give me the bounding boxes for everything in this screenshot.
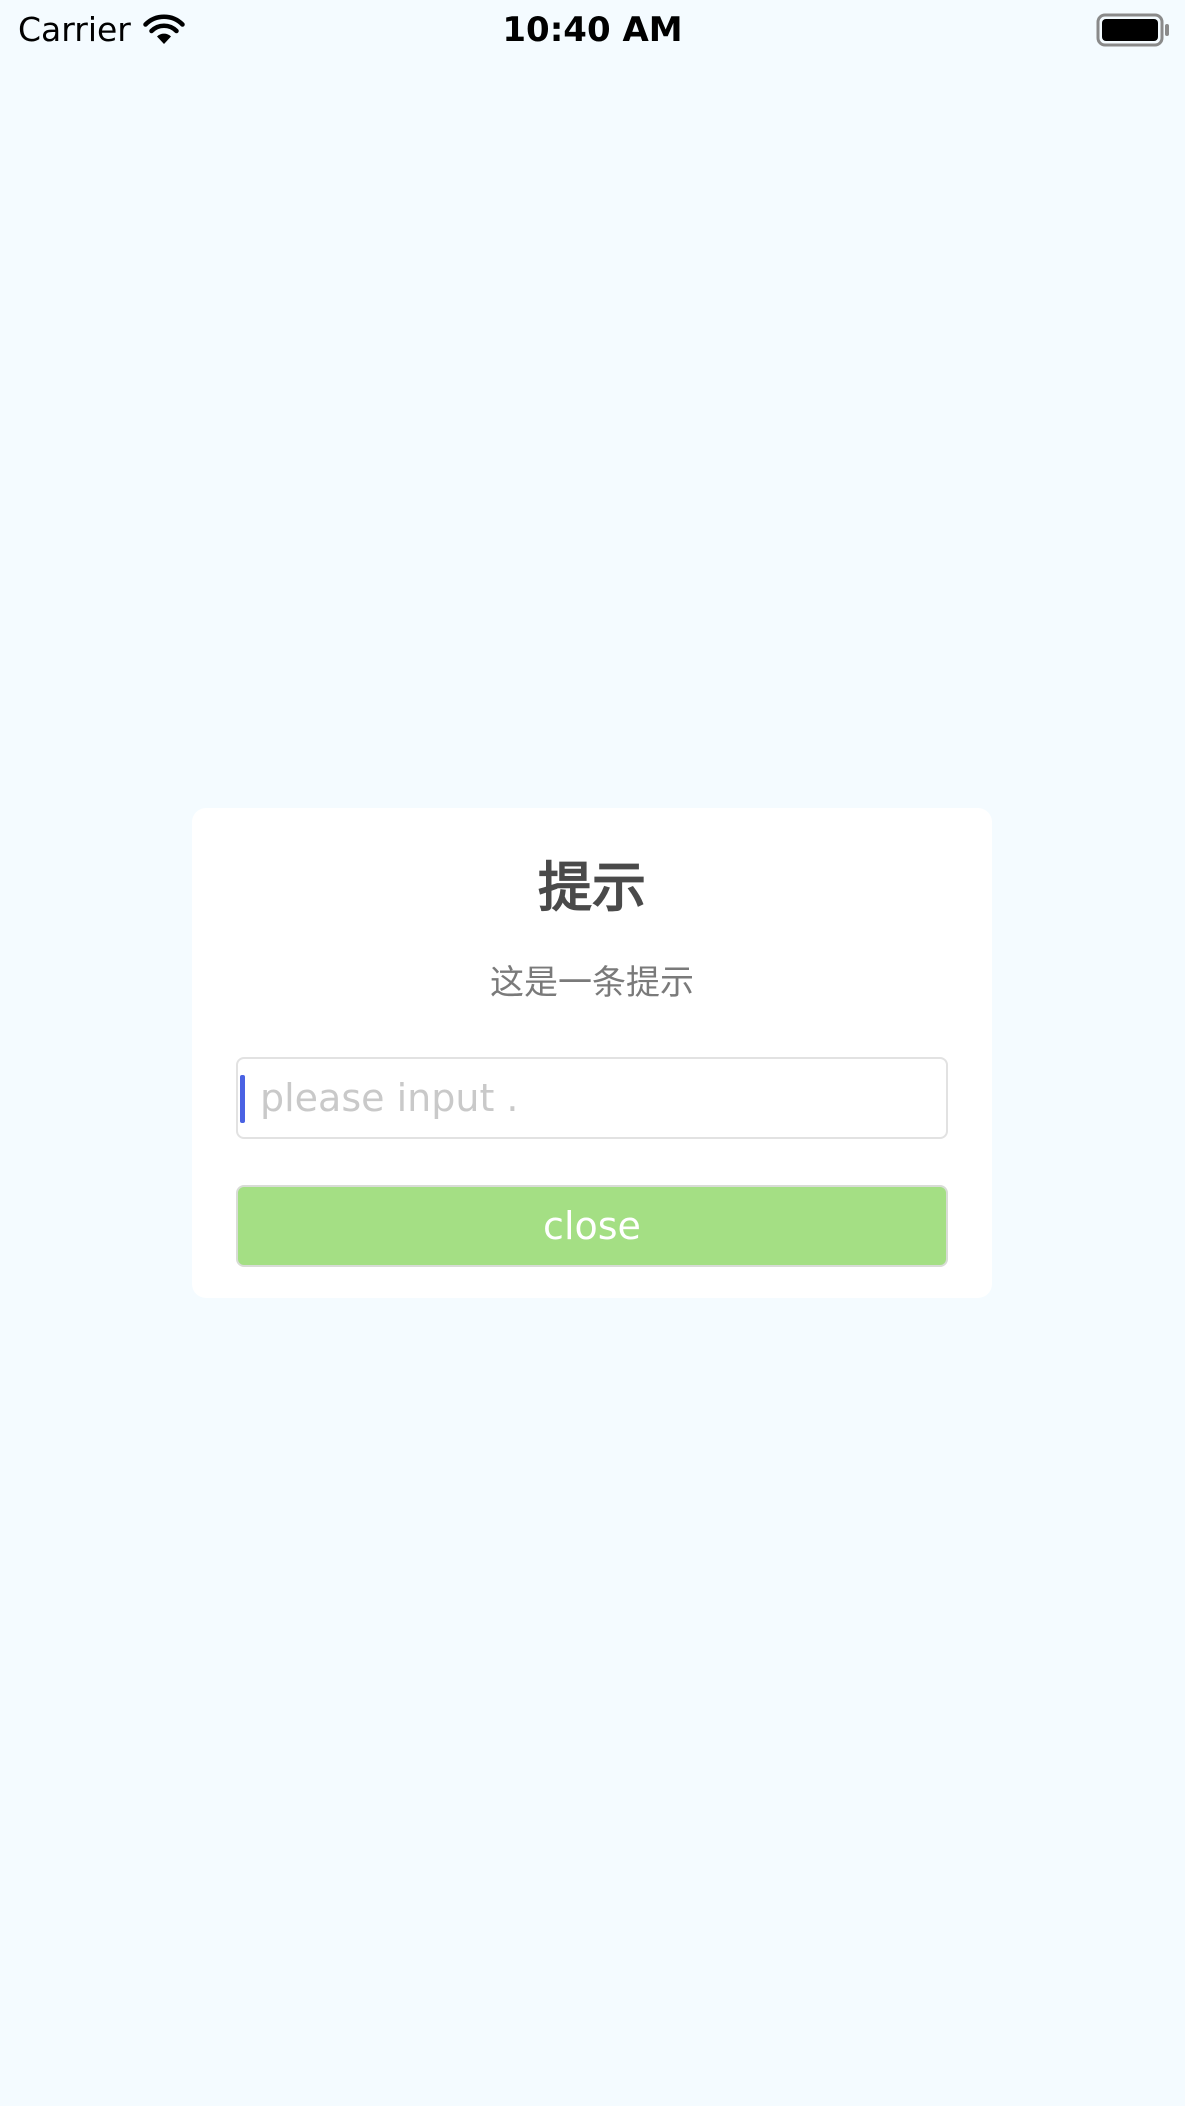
text-input-field[interactable]: please input . xyxy=(236,1057,948,1139)
dialog-title: 提示 xyxy=(538,856,646,919)
close-button[interactable]: close xyxy=(236,1185,948,1267)
text-cursor xyxy=(240,1075,245,1123)
status-time: 10:40 AM xyxy=(502,10,683,50)
input-placeholder: please input . xyxy=(260,1076,519,1120)
dialog-message: 这是一条提示 xyxy=(490,963,694,1003)
status-bar: Carrier 10:40 AM xyxy=(0,0,1185,60)
battery-icon xyxy=(1096,13,1169,47)
prompt-dialog: 提示 这是一条提示 please input . close xyxy=(192,808,992,1298)
